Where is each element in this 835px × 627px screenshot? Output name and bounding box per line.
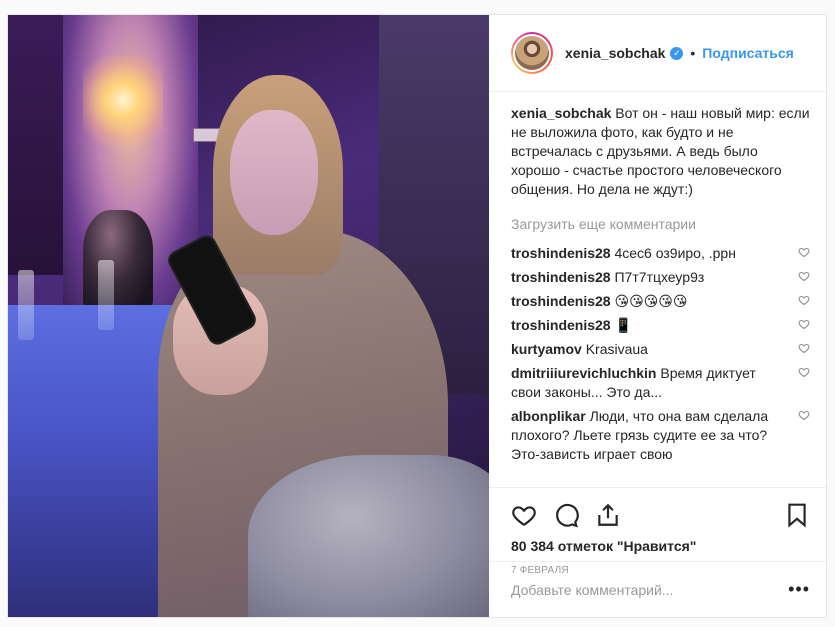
post-photo[interactable] xyxy=(8,15,489,617)
comment-row: troshindenis28 4сес6 оз9иро, .ррн xyxy=(511,244,810,263)
comment-username[interactable]: troshindenis28 xyxy=(511,293,611,309)
post-caption: xenia_sobchak Вот он - наш новый мир: ес… xyxy=(511,104,810,199)
comment-like-heart-icon[interactable] xyxy=(798,409,810,421)
more-options-icon[interactable]: ••• xyxy=(788,579,810,600)
photo-table xyxy=(8,305,178,617)
share-icon[interactable] xyxy=(595,502,621,528)
comment-text: П7т7тцхеур9з xyxy=(614,269,705,285)
photo-glass xyxy=(98,260,114,330)
action-icons xyxy=(511,500,810,530)
load-more-comments-button[interactable]: Загрузить еще комментарии xyxy=(511,215,810,234)
avatar-image xyxy=(513,34,551,72)
comment-input[interactable] xyxy=(511,581,789,598)
photo-chair xyxy=(248,455,489,617)
comment-username[interactable]: troshindenis28 xyxy=(511,317,611,333)
photo-wall-left xyxy=(8,15,68,275)
bookmark-icon[interactable] xyxy=(784,502,810,528)
header-username[interactable]: xenia_sobchak xyxy=(565,45,665,61)
heart-icon[interactable] xyxy=(511,502,537,528)
post-header: xenia_sobchak ✓ • Подписаться xyxy=(489,15,826,92)
caption-username[interactable]: xenia_sobchak xyxy=(511,105,611,121)
comment-text: 4сес6 оз9иро, .ррн xyxy=(614,245,736,261)
photo-glass xyxy=(18,270,34,340)
comment-username[interactable]: dmitriiiurevichluchkin xyxy=(511,365,656,381)
comment-username[interactable]: troshindenis28 xyxy=(511,245,611,261)
comment-username[interactable]: albonplikar xyxy=(511,408,586,424)
comments-list[interactable]: xenia_sobchak Вот он - наш новый мир: ес… xyxy=(489,92,826,487)
comment-row: troshindenis28 📱 xyxy=(511,316,810,335)
comment-icon[interactable] xyxy=(553,502,579,528)
comment-like-heart-icon[interactable] xyxy=(798,342,810,354)
post-sidebar: xenia_sobchak ✓ • Подписаться xenia_sobc… xyxy=(489,15,826,617)
photo-guest xyxy=(83,210,153,310)
comment-text: Krasivaua xyxy=(585,341,648,357)
comment-like-heart-icon[interactable] xyxy=(798,246,810,258)
photo-person-face xyxy=(230,110,318,235)
comment-like-heart-icon[interactable] xyxy=(798,318,810,330)
post-card: xenia_sobchak ✓ • Подписаться xenia_sobc… xyxy=(7,14,827,618)
add-comment-bar: ••• xyxy=(489,561,826,617)
comment-row: dmitriiiurevichluchkin Время диктует сво… xyxy=(511,364,810,402)
separator-dot: • xyxy=(690,45,696,61)
comment-like-heart-icon[interactable] xyxy=(798,366,810,378)
comment-username[interactable]: kurtyamov xyxy=(511,341,582,357)
comment-username[interactable]: troshindenis28 xyxy=(511,269,611,285)
comment-like-heart-icon[interactable] xyxy=(798,270,810,282)
comment-row: kurtyamov Krasivaua xyxy=(511,340,810,359)
follow-button[interactable]: Подписаться xyxy=(702,45,794,61)
comment-text: 📱 xyxy=(614,317,632,333)
comment-row: albonplikar Люди, что она вам сделала пл… xyxy=(511,407,810,464)
photo-chandelier xyxy=(83,55,163,155)
comment-row: troshindenis28 П7т7тцхеур9з xyxy=(511,268,810,287)
likes-count[interactable]: 80 384 отметок "Нравится" xyxy=(511,538,810,554)
avatar[interactable] xyxy=(511,32,553,74)
verified-badge-icon: ✓ xyxy=(670,46,684,60)
comment-text: 😘😘😘😘😘 xyxy=(614,293,688,309)
comment-row: troshindenis28 😘😘😘😘😘 xyxy=(511,292,810,311)
comment-like-heart-icon[interactable] xyxy=(798,294,810,306)
